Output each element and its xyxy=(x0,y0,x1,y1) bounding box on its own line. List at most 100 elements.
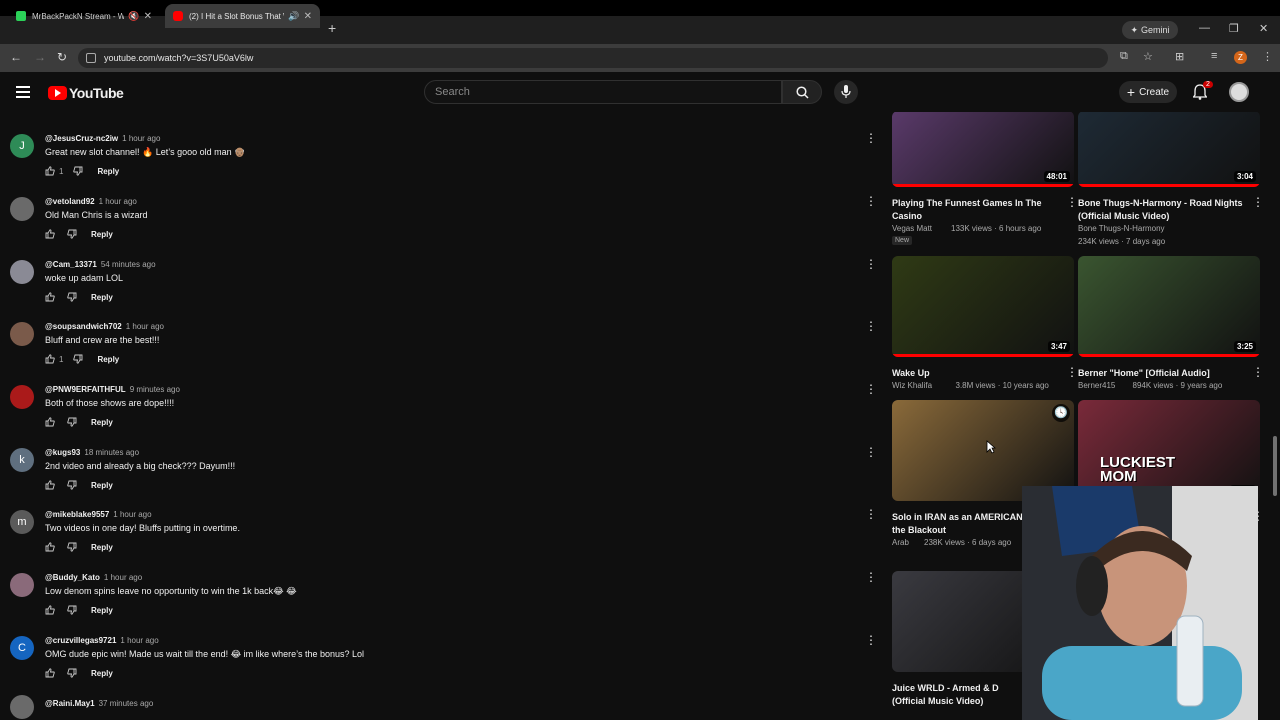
page-scrollbar[interactable] xyxy=(1270,112,1280,720)
related-video-title[interactable]: Playing The Funnest Games In The Casino xyxy=(892,197,1062,223)
related-video-title[interactable]: Bone Thugs-N-Harmony - Road Nights (Offic… xyxy=(1078,197,1248,223)
comment-username[interactable]: @Cam_13371 xyxy=(45,260,97,269)
search-button[interactable] xyxy=(782,80,822,104)
comment-time[interactable]: 1 hour ago xyxy=(113,510,151,519)
install-app-icon[interactable]: ⧉ xyxy=(1120,50,1128,63)
comment-more-icon[interactable]: ⋮ xyxy=(865,570,877,584)
channel-name[interactable]: Berner415 xyxy=(1078,381,1115,390)
channel-name[interactable]: Vegas Matt xyxy=(892,224,932,233)
related-video-title[interactable]: Wake Up xyxy=(892,367,1062,380)
comment-time[interactable]: 37 minutes ago xyxy=(99,699,154,708)
comment-username[interactable]: @soupsandwich702 xyxy=(45,322,122,331)
scrollbar-thumb[interactable] xyxy=(1273,436,1277,496)
reply-button[interactable]: Reply xyxy=(97,355,119,364)
reply-button[interactable]: Reply xyxy=(97,167,119,176)
commenter-avatar[interactable]: J xyxy=(10,134,34,158)
like-icon[interactable] xyxy=(45,292,55,302)
related-video-title[interactable]: Berner "Home" [Official Audio] xyxy=(1078,367,1248,380)
maximize-icon[interactable]: ❐ xyxy=(1229,22,1239,35)
dislike-icon[interactable] xyxy=(67,542,77,552)
comment-more-icon[interactable]: ⋮ xyxy=(865,382,877,396)
comment-username[interactable]: @kugs93 xyxy=(45,448,80,457)
browser-profile-avatar[interactable]: Z xyxy=(1234,51,1247,64)
browser-tab-1[interactable]: MrBackPackN Stream - Wa 🔇 ✕ xyxy=(8,4,160,28)
commenter-avatar[interactable]: C xyxy=(10,636,34,660)
comment-time[interactable]: 54 minutes ago xyxy=(101,260,156,269)
comment-more-icon[interactable]: ⋮ xyxy=(865,257,877,271)
extensions-icon[interactable]: ⊞ xyxy=(1175,50,1184,63)
dislike-icon[interactable] xyxy=(67,480,77,490)
video-more-icon[interactable]: ⋮ xyxy=(1252,195,1264,209)
audio-icon[interactable]: 🔊 xyxy=(288,11,299,22)
youtube-logo[interactable]: YouTube xyxy=(48,85,124,101)
dislike-icon[interactable] xyxy=(67,292,77,302)
dislike-icon[interactable] xyxy=(73,166,83,176)
dislike-icon[interactable] xyxy=(67,229,77,239)
comment-username[interactable]: @cruzvillegas9721 xyxy=(45,636,116,645)
reload-icon[interactable]: ↻ xyxy=(57,50,67,64)
comment-time[interactable]: 9 minutes ago xyxy=(130,385,180,394)
dislike-icon[interactable] xyxy=(67,668,77,678)
commenter-avatar[interactable]: k xyxy=(10,448,34,472)
bookmark-star-icon[interactable]: ☆ xyxy=(1143,50,1153,63)
comment-username[interactable]: @JesusCruz-nc2iw xyxy=(45,134,118,143)
like-icon[interactable] xyxy=(45,354,55,364)
like-icon[interactable] xyxy=(45,417,55,427)
create-button[interactable]: + Create xyxy=(1119,81,1177,103)
search-input[interactable]: Search xyxy=(424,80,782,104)
comment-username[interactable]: @mikeblake9557 xyxy=(45,510,109,519)
comment-time[interactable]: 1 hour ago xyxy=(99,197,137,206)
comment-more-icon[interactable]: ⋮ xyxy=(865,507,877,521)
notifications-button[interactable]: 2 xyxy=(1192,81,1213,105)
account-avatar[interactable] xyxy=(1229,82,1249,102)
commenter-avatar[interactable] xyxy=(10,385,34,409)
comment-username[interactable]: @PNW9ERFAITHFUL xyxy=(45,385,126,394)
browser-tab-2-active[interactable]: (2) I Hit a Slot Bonus That W 🔊 ✕ xyxy=(165,4,320,28)
comment-more-icon[interactable]: ⋮ xyxy=(865,194,877,208)
like-icon[interactable] xyxy=(45,542,55,552)
dislike-icon[interactable] xyxy=(73,354,83,364)
gemini-button[interactable]: ✦ Gemini xyxy=(1122,21,1178,39)
like-icon[interactable] xyxy=(45,229,55,239)
comment-more-icon[interactable]: ⋮ xyxy=(865,445,877,459)
dislike-icon[interactable] xyxy=(67,417,77,427)
watch-later-icon[interactable]: 🕓 xyxy=(1052,404,1070,422)
comment-more-icon[interactable]: ⋮ xyxy=(865,319,877,333)
reply-button[interactable]: Reply xyxy=(91,230,113,239)
muted-icon[interactable]: 🔇 xyxy=(128,11,139,22)
close-tab-icon[interactable]: ✕ xyxy=(304,11,312,22)
address-bar[interactable]: youtube.com/watch?v=3S7U50aV6lw xyxy=(78,48,1108,68)
comment-time[interactable]: 1 hour ago xyxy=(104,573,142,582)
video-more-icon[interactable]: ⋮ xyxy=(1066,365,1078,379)
back-icon[interactable]: ← xyxy=(10,50,22,64)
comment-time[interactable]: 1 hour ago xyxy=(122,134,160,143)
new-tab-button[interactable]: + xyxy=(328,20,336,36)
reply-button[interactable]: Reply xyxy=(91,606,113,615)
like-icon[interactable] xyxy=(45,605,55,615)
comment-time[interactable]: 1 hour ago xyxy=(120,636,158,645)
commenter-avatar[interactable] xyxy=(10,322,34,346)
minimize-icon[interactable]: — xyxy=(1199,22,1210,34)
reply-button[interactable]: Reply xyxy=(91,543,113,552)
media-control-icon[interactable]: ≡ xyxy=(1211,50,1217,62)
like-icon[interactable] xyxy=(45,166,55,176)
commenter-avatar[interactable] xyxy=(10,197,34,221)
reply-button[interactable]: Reply xyxy=(91,293,113,302)
forward-icon[interactable]: → xyxy=(34,50,46,64)
comment-time[interactable]: 18 minutes ago xyxy=(84,448,139,457)
dislike-icon[interactable] xyxy=(67,605,77,615)
commenter-avatar[interactable] xyxy=(10,573,34,597)
like-icon[interactable] xyxy=(45,480,55,490)
commenter-avatar[interactable]: m xyxy=(10,510,34,534)
video-thumbnail[interactable]: 3:25 xyxy=(1078,256,1260,357)
comment-username[interactable]: @Raini.May1 xyxy=(45,699,95,708)
video-thumbnail[interactable]: 3:47 xyxy=(892,256,1074,357)
video-thumbnail[interactable]: 3:04 xyxy=(1078,112,1260,187)
reply-button[interactable]: Reply xyxy=(91,481,113,490)
channel-name[interactable]: Arab xyxy=(892,538,909,547)
close-window-icon[interactable]: ✕ xyxy=(1259,22,1268,35)
channel-name[interactable]: Wiz Khalifa xyxy=(892,381,932,390)
hamburger-menu-icon[interactable] xyxy=(16,86,30,98)
comment-username[interactable]: @Buddy_Kato xyxy=(45,573,100,582)
voice-search-button[interactable] xyxy=(834,80,858,104)
